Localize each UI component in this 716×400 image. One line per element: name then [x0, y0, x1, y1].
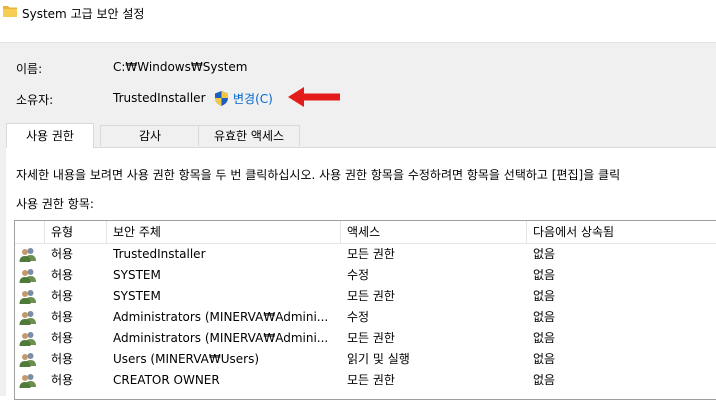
user-group-icon: [19, 310, 37, 325]
row-type: 허용: [51, 268, 74, 282]
user-group-icon: [19, 268, 37, 283]
row-type: 허용: [51, 331, 74, 345]
title-bar: System 고급 보안 설정: [0, 0, 716, 26]
table-row[interactable]: 허용 TrustedInstaller 모든 권한 없음: [15, 244, 716, 265]
folder-icon: [3, 6, 17, 17]
row-inherited: 없음: [533, 310, 556, 324]
row-type: 허용: [51, 373, 74, 387]
table-row[interactable]: 허용 SYSTEM 모든 권한 없음: [15, 286, 716, 307]
column-header-access[interactable]: 액세스: [341, 221, 527, 243]
row-principal: Administrators (MINERVA₩Admini...: [113, 331, 329, 345]
change-owner-link[interactable]: 변경(C): [233, 90, 273, 107]
column-header-icon[interactable]: [15, 221, 45, 243]
row-principal: Users (MINERVA₩Users): [113, 352, 260, 366]
column-header-inherited[interactable]: 다음에서 상속됨: [527, 221, 716, 243]
row-inherited: 없음: [533, 331, 556, 345]
row-inherited: 없음: [533, 247, 556, 261]
row-type: 허용: [51, 247, 74, 261]
row-inherited: 없음: [533, 373, 556, 387]
uac-shield-icon: [215, 91, 228, 106]
user-group-icon: [19, 331, 37, 346]
tab-auditing[interactable]: 감사: [100, 125, 200, 146]
name-label: 이름:: [16, 62, 43, 76]
row-principal: TrustedInstaller: [113, 247, 206, 261]
table-row[interactable]: 허용 Administrators (MINERVA₩Admini... 모든 권한…: [15, 328, 716, 349]
row-access: 수정: [347, 310, 370, 324]
row-inherited: 없음: [533, 289, 556, 303]
list-body: 허용 TrustedInstaller 모든 권한 없음 허용 SYSTEM 수정 없음 허용 S…: [15, 244, 716, 391]
user-group-icon: [19, 247, 37, 262]
user-group-icon: [19, 373, 37, 388]
row-type: 허용: [51, 352, 74, 366]
tab-permissions[interactable]: 사용 권한: [6, 123, 94, 148]
user-group-icon: [19, 289, 37, 304]
owner-label: 소유자:: [16, 93, 54, 107]
row-access: 수정: [347, 268, 370, 282]
permission-entries-list[interactable]: 유형 보안 주체 액세스 다음에서 상속됨 허용 TrustedInstaller…: [14, 220, 716, 400]
table-row[interactable]: 허용 Users (MINERVA₩Users) 읽기 및 실행 없음: [15, 349, 716, 370]
owner-value: TrustedInstaller: [113, 91, 206, 105]
permissions-description: 자세한 내용을 보려면 사용 권한 항목을 두 번 클릭하십시오. 사용 권한 …: [16, 168, 621, 182]
row-inherited: 없음: [533, 352, 556, 366]
tab-effective-access[interactable]: 유효한 액세스: [198, 125, 300, 146]
row-inherited: 없음: [533, 268, 556, 282]
row-principal: CREATOR OWNER: [113, 373, 220, 387]
row-access: 모든 권한: [347, 373, 395, 387]
row-access: 모든 권한: [347, 247, 395, 261]
column-header-principal[interactable]: 보안 주체: [107, 221, 341, 243]
column-header-type[interactable]: 유형: [45, 221, 107, 243]
user-group-icon: [19, 352, 37, 367]
list-header: 유형 보안 주체 액세스 다음에서 상속됨: [15, 221, 716, 244]
window-title: System 고급 보안 설정: [22, 7, 145, 21]
table-row[interactable]: 허용 SYSTEM 수정 없음: [15, 265, 716, 286]
table-row[interactable]: 허용 CREATOR OWNER 모든 권한 없음: [15, 370, 716, 391]
name-value: C:₩Windows₩System: [113, 60, 248, 74]
row-principal: SYSTEM: [113, 268, 161, 282]
row-principal: SYSTEM: [113, 289, 161, 303]
tab-effective-access-label: 유효한 액세스: [213, 129, 285, 143]
row-type: 허용: [51, 310, 74, 324]
row-access: 읽기 및 실행: [347, 352, 410, 366]
red-arrow-icon: [288, 87, 340, 107]
row-access: 모든 권한: [347, 289, 395, 303]
row-access: 모든 권한: [347, 331, 395, 345]
row-principal: Administrators (MINERVA₩Admini...: [113, 310, 329, 324]
tab-auditing-label: 감사: [138, 129, 162, 143]
permission-entries-label: 사용 권한 항목:: [16, 197, 94, 211]
row-type: 허용: [51, 289, 74, 303]
table-row[interactable]: 허용 Administrators (MINERVA₩Admini... 수정 없음: [15, 307, 716, 328]
tab-permissions-label: 사용 권한: [26, 129, 74, 143]
